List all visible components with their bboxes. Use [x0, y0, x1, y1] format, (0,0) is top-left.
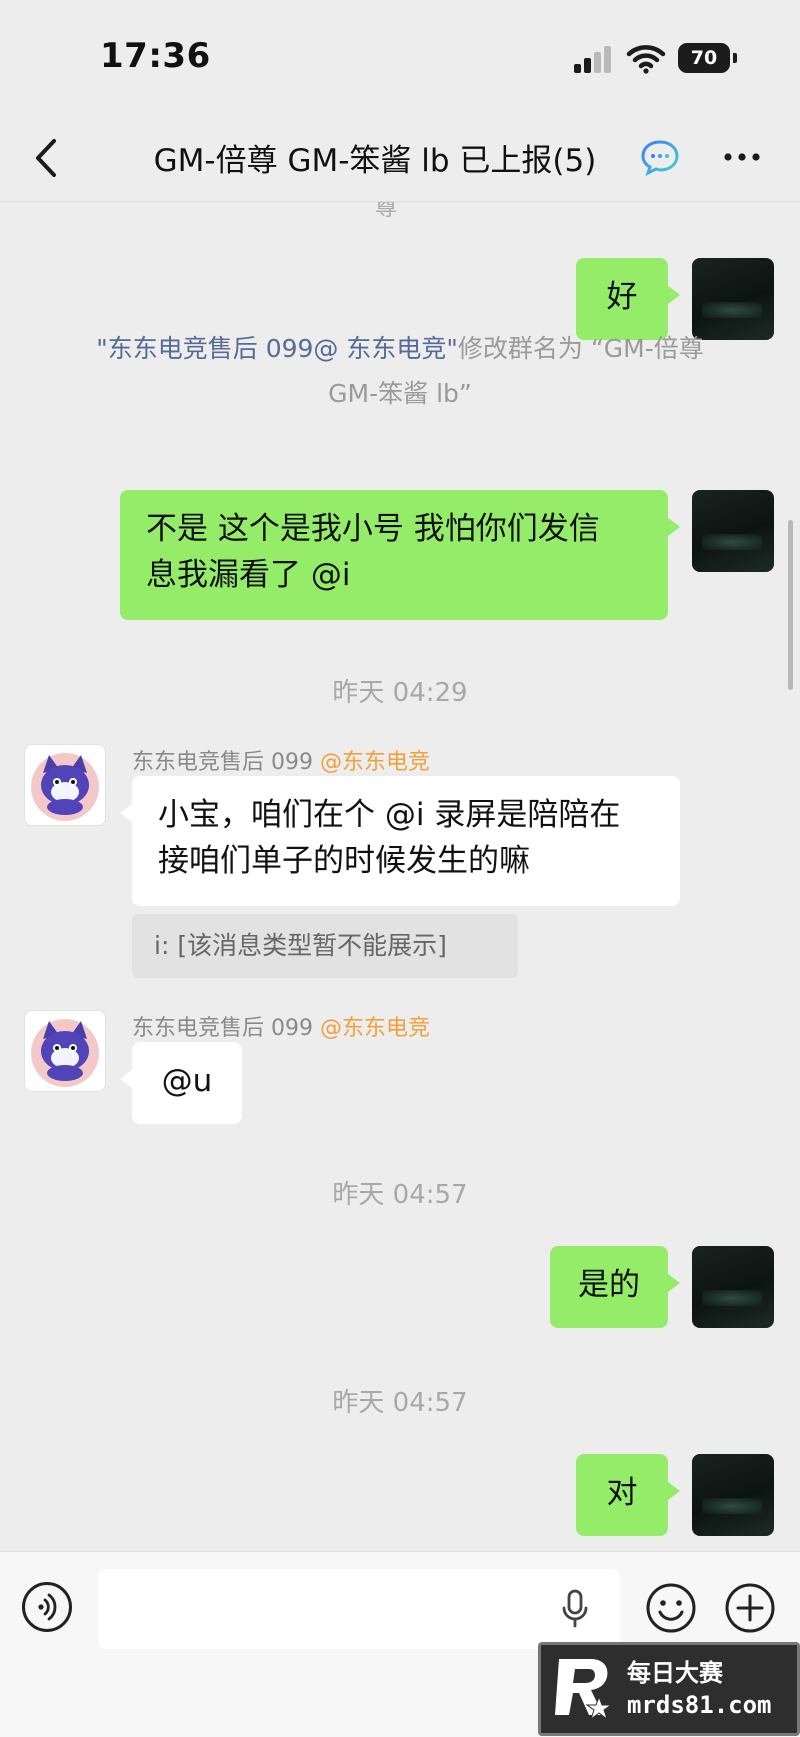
- my-message-bubble[interactable]: 是的: [550, 1246, 680, 1328]
- my-avatar[interactable]: [692, 490, 774, 572]
- sender-name: 东东电竞售后 099 @东东电竞: [132, 744, 430, 776]
- watermark: 每日大赛 mrds81.com: [538, 1642, 800, 1736]
- quoted-message[interactable]: i: [该消息类型暂不能展示]: [132, 914, 518, 978]
- sender-tag[interactable]: @东东电竞: [320, 750, 430, 775]
- plus-icon[interactable]: [724, 1582, 776, 1634]
- system-notice: "东东电竞售后 099@ 东东电竞"修改群名为 “GM-倍尊 GM-笨酱 lb”: [50, 326, 750, 416]
- sender-label: 东东电竞售后 099: [132, 1016, 313, 1041]
- more-options-icon[interactable]: [720, 145, 764, 169]
- contact-message-bubble[interactable]: @u: [120, 1042, 242, 1124]
- system-notice-line2: GM-笨酱 lb”: [328, 379, 472, 408]
- system-notice-text: 修改群名为 “GM-倍尊: [457, 334, 704, 363]
- message-line: 接咱们单子的时候发生的嘛: [158, 843, 530, 879]
- message-input[interactable]: [98, 1569, 620, 1649]
- clipped-text: 尊: [375, 202, 398, 221]
- battery-cap: [733, 53, 737, 63]
- my-message-bubble[interactable]: 不是 这个是我小号 我怕你们发信 息我漏看了 @i: [120, 490, 680, 620]
- ai-assistant-icon[interactable]: [640, 137, 680, 177]
- chat-area[interactable]: 尊 好 "东东电竞售后 099@ 东东电竞"修改群名为 “GM-倍尊 GM-笨酱…: [0, 202, 800, 1550]
- my-message-bubble[interactable]: 对: [576, 1454, 680, 1536]
- watermark-text: 每日大赛: [627, 1659, 723, 1687]
- battery-indicator: 70: [678, 43, 730, 73]
- system-notice-link[interactable]: "东东电竞售后 099@ 东东电竞": [96, 334, 458, 363]
- chat-title: GM-倍尊 GM-笨酱 lb 已上报(5): [153, 143, 597, 179]
- microphone-icon[interactable]: [560, 1588, 590, 1630]
- message-line: 息我漏看了 @i: [146, 557, 351, 593]
- sender-name: 东东电竞售后 099 @东东电竞: [132, 1010, 430, 1042]
- scrollbar[interactable]: [788, 520, 793, 690]
- voice-wave-icon: [38, 1593, 57, 1621]
- timestamp: 昨天 04:57: [332, 1180, 468, 1210]
- message-line: 小宝，咱们在个 @i 录屏是陪陪在: [158, 797, 621, 833]
- cat-mascot-icon: [31, 1019, 99, 1087]
- message-line: 不是 这个是我小号 我怕你们发信: [146, 511, 600, 547]
- cellular-signal-icon: [574, 45, 614, 73]
- status-bar: 17:36 70: [0, 0, 800, 115]
- my-avatar[interactable]: [692, 1454, 774, 1536]
- back-arrow-icon[interactable]: [28, 133, 68, 183]
- clock: 17:36: [100, 36, 211, 76]
- wifi-icon: [626, 45, 666, 74]
- timestamp: 昨天 04:29: [332, 678, 468, 708]
- sender-label: 东东电竞售后 099: [132, 750, 313, 775]
- contact-avatar[interactable]: [24, 744, 106, 826]
- watermark-logo-icon: [555, 1659, 613, 1721]
- sender-tag[interactable]: @东东电竞: [320, 1016, 430, 1041]
- my-avatar[interactable]: [692, 1246, 774, 1328]
- contact-message-bubble[interactable]: 小宝，咱们在个 @i 录屏是陪陪在 接咱们单子的时候发生的嘛: [120, 776, 680, 906]
- contact-avatar[interactable]: [24, 1010, 106, 1092]
- chat-header: GM-倍尊 GM-笨酱 lb 已上报(5): [0, 115, 800, 202]
- cat-mascot-icon: [31, 753, 99, 821]
- emoji-icon[interactable]: [645, 1582, 697, 1634]
- watermark-url: mrds81.com: [627, 1691, 772, 1719]
- timestamp: 昨天 04:57: [332, 1388, 468, 1418]
- voice-toggle-button[interactable]: [22, 1582, 72, 1632]
